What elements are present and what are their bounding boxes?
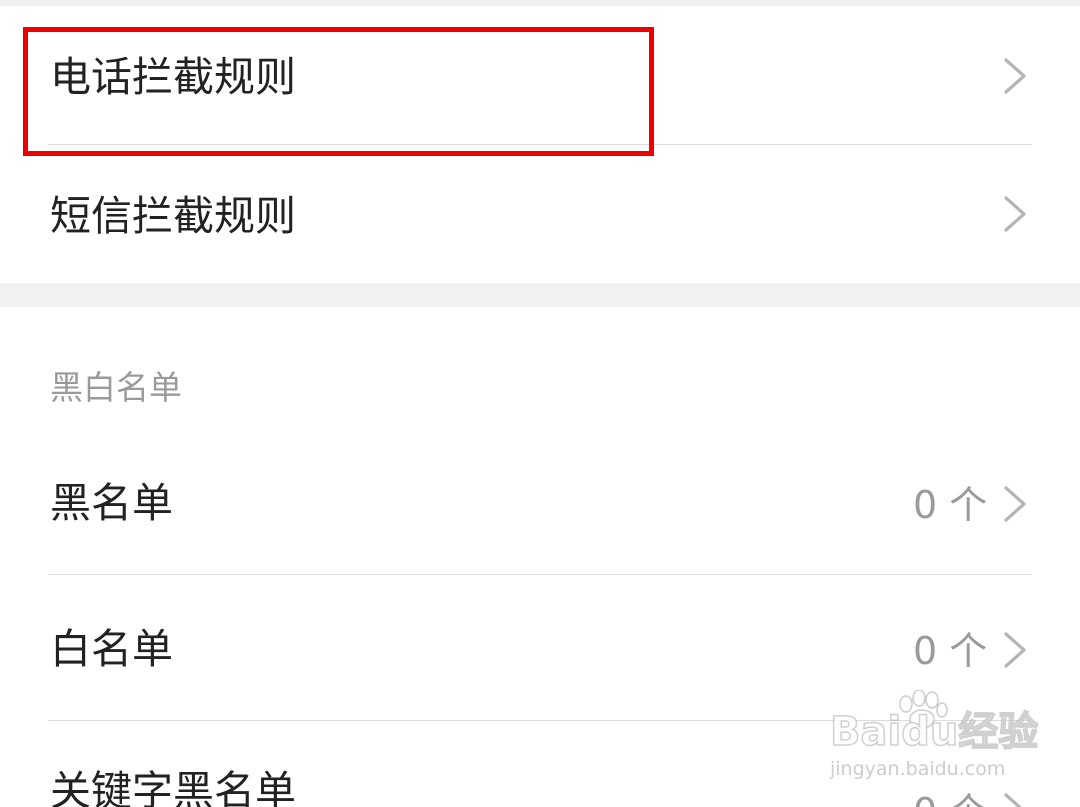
row-sms-block-rules[interactable]: 短信拦截规则 xyxy=(0,145,1080,283)
row-label: 电话拦截规则 xyxy=(50,53,296,101)
row-call-block-rules[interactable]: 电话拦截规则 xyxy=(0,6,1080,144)
row-label: 白名单 xyxy=(50,625,173,673)
row-blacklist[interactable]: 黑名单 0 个 xyxy=(0,429,1080,574)
count-value: 0 个 xyxy=(913,793,987,807)
section-gap xyxy=(0,283,1080,307)
lists-card: 黑白名单 黑名单 0 个 白名单 0 个 关键字黑名单 0 个 xyxy=(0,307,1080,807)
section-header: 黑白名单 xyxy=(50,368,182,407)
count-value: 0 个 xyxy=(913,483,988,527)
row-label: 黑名单 xyxy=(50,479,173,527)
row-keyword-blacklist[interactable]: 关键字黑名单 0 个 xyxy=(0,721,1080,807)
chevron-right-icon xyxy=(1001,56,1031,96)
row-label: 短信拦截规则 xyxy=(50,192,296,240)
count-value: 0 个 xyxy=(913,629,988,673)
rules-card: 电话拦截规则 短信拦截规则 xyxy=(0,6,1080,283)
chevron-right-icon xyxy=(1001,194,1031,234)
row-whitelist[interactable]: 白名单 0 个 xyxy=(0,575,1080,720)
chevron-right-icon xyxy=(1001,484,1031,524)
chevron-right-icon xyxy=(1001,791,1031,807)
row-label: 关键字黑名单 xyxy=(50,767,296,807)
chevron-right-icon xyxy=(1001,630,1031,670)
